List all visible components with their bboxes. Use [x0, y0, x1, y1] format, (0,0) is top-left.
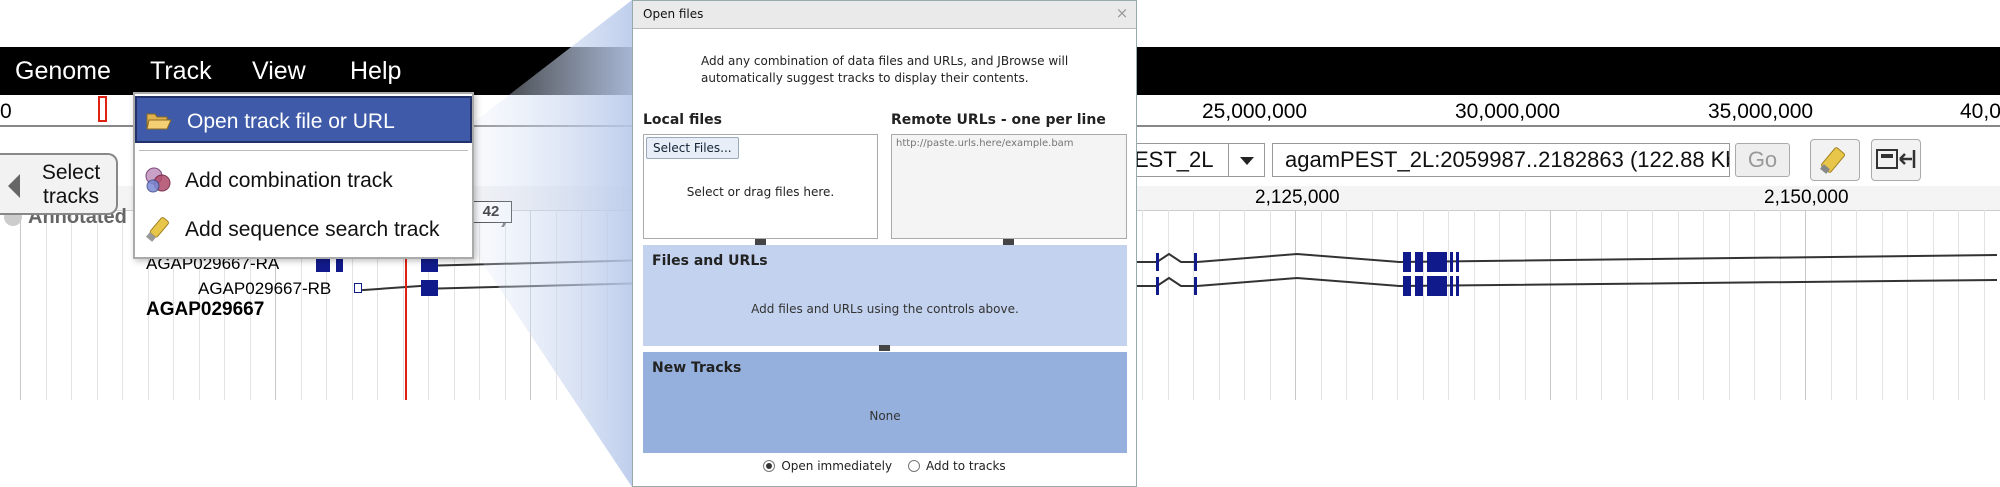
exon: [1403, 276, 1411, 296]
exon: [1427, 276, 1447, 296]
track-resize-button[interactable]: [1871, 139, 1921, 181]
grid-line: [20, 210, 21, 400]
exon: [1403, 252, 1411, 272]
grid-line: [71, 210, 72, 400]
exon: [1194, 277, 1197, 295]
overview-tick: 30,000,000: [1455, 100, 1561, 123]
dialog-intro-text: Add any combination of data files and UR…: [701, 54, 1069, 85]
intron: [438, 282, 632, 290]
menu-help[interactable]: Help: [350, 47, 401, 95]
grid-line: [97, 210, 98, 400]
menu-item-add-sequence-search-track[interactable]: Add sequence search track: [135, 206, 472, 253]
overview-tick: 25,000,000: [1202, 100, 1308, 123]
chevron-down-icon: [1240, 157, 1254, 165]
intron: [362, 284, 422, 292]
new-tracks-empty-text: None: [869, 409, 901, 423]
radio-open-immediately-label: Open immediately: [781, 459, 893, 473]
overview-location-marker[interactable]: [98, 96, 107, 122]
coordinate-badge: 42: [470, 201, 512, 223]
menu-track[interactable]: Track: [150, 47, 212, 95]
grid-line: [556, 210, 557, 400]
exon: [1427, 252, 1447, 272]
files-and-urls-empty-text: Add files and URLs using the controls ab…: [751, 302, 1019, 316]
remote-urls-input[interactable]: [891, 134, 1127, 239]
menu-item-open-track-file[interactable]: Open track file or URL: [135, 96, 472, 143]
menu-item-add-combination-track[interactable]: Add combination track: [135, 157, 472, 204]
exon: [1194, 253, 1197, 271]
drag-files-hint: Select or drag files here.: [686, 185, 835, 199]
menu-separator: [139, 150, 468, 151]
overview-tick: 0: [0, 100, 12, 123]
grid-line: [607, 210, 608, 400]
highlighter-icon: [1820, 147, 1845, 174]
exon: [1456, 252, 1459, 272]
scale-tick: 2,150,000: [1764, 187, 1849, 208]
dialog-titlebar[interactable]: Open files ×: [633, 1, 1136, 29]
menu-view[interactable]: View: [252, 47, 306, 95]
new-tracks-panel: New Tracks None: [643, 352, 1127, 453]
select-tracks-button[interactable]: Select tracks: [0, 153, 118, 215]
exon: [1156, 253, 1159, 271]
local-files-dropzone[interactable]: Select Files... Select or drag files her…: [643, 134, 878, 239]
radio-add-to-tracks-label: Add to tracks: [925, 459, 1006, 473]
local-files-label: Local files: [643, 112, 722, 128]
open-files-dialog: Open files × Add any combination of data…: [632, 0, 1137, 487]
resize-tracks-icon: [1876, 149, 1916, 169]
dialog-title: Open files: [643, 7, 704, 21]
folder-open-icon: [146, 113, 172, 130]
resize-handle[interactable]: [879, 345, 890, 351]
intron-line: [1137, 276, 1998, 288]
overview-tick: 40,0: [1960, 100, 2000, 123]
radio-open-immediately[interactable]: [763, 460, 776, 472]
grid-line: [479, 210, 480, 400]
intron-line: [1137, 252, 1998, 264]
grid-line: [122, 210, 123, 400]
exon: [1456, 276, 1459, 296]
radio-add-to-tracks[interactable]: [907, 460, 920, 472]
new-tracks-title: New Tracks: [652, 360, 742, 376]
combination-icon: [145, 167, 171, 193]
grid-line: [581, 210, 582, 400]
menu-genome[interactable]: Genome: [15, 47, 111, 95]
gene-label: AGAP029667: [146, 299, 265, 320]
exon[interactable]: [421, 280, 438, 296]
scale-tick: 2,125,000: [1255, 187, 1340, 208]
open-mode-options: Open immediately Add to tracks: [633, 459, 1136, 473]
files-and-urls-panel: Files and URLs Add files and URLs using …: [643, 245, 1127, 346]
close-icon[interactable]: ×: [1114, 5, 1130, 22]
files-and-urls-title: Files and URLs: [652, 253, 768, 269]
go-button[interactable]: Go: [1735, 143, 1790, 177]
exon: [1156, 277, 1159, 295]
transcript-label-rb: AGAP029667-RB: [198, 279, 332, 298]
intron: [438, 259, 632, 267]
reference-dropdown-button[interactable]: [1228, 143, 1265, 177]
track-menu-dropdown: Open track file or URL Add combination t…: [133, 92, 474, 259]
highlight-button[interactable]: [1810, 139, 1860, 181]
remote-urls-label: Remote URLs - one per line: [891, 112, 1106, 128]
exon: [1415, 252, 1423, 272]
exon: [1450, 252, 1453, 272]
grid-line: [46, 210, 47, 400]
sequence-search-icon: [146, 217, 169, 242]
grid-line: [505, 210, 506, 400]
chevron-left-icon: [8, 174, 20, 198]
location-input[interactable]: agamPEST_2L:2059987..2182863 (122.88 Kb: [1272, 143, 1730, 177]
overview-tick: 35,000,000: [1708, 100, 1814, 123]
utr[interactable]: [354, 283, 362, 293]
exon: [1450, 276, 1453, 296]
grid-line: [530, 210, 531, 400]
exon: [1415, 276, 1423, 296]
gene-model-right: [1137, 252, 1998, 296]
select-files-button[interactable]: Select Files...: [646, 137, 739, 159]
